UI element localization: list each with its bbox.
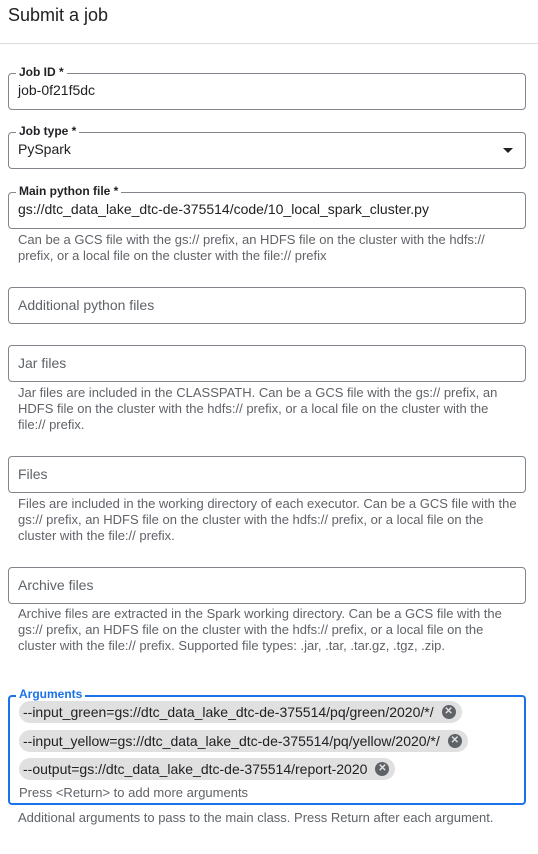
archive-files-hint: Archive files are extracted in the Spark… — [18, 606, 502, 653]
job-type-value: PySpark — [18, 141, 71, 157]
archive-files-placeholder: Archive files — [18, 577, 94, 593]
job-id-label: Job ID * — [16, 65, 67, 79]
close-icon[interactable]: ✕ — [375, 762, 390, 776]
additional-python-files-placeholder: Additional python files — [18, 297, 155, 313]
argument-chip-text: --output=gs://dtc_data_lake_dtc-de-37551… — [23, 761, 368, 777]
jar-files-hint: Jar files are included in the CLASSPATH.… — [18, 385, 498, 432]
main-python-file-label: Main python file * — [16, 184, 122, 198]
additional-python-files-field[interactable]: Additional python files — [8, 287, 526, 324]
job-type-label: Job type * — [16, 124, 80, 138]
arguments-input[interactable]: Press <Return> to add more arguments — [19, 785, 248, 800]
page-title: Submit a job — [8, 5, 109, 25]
main-python-file-field[interactable]: Main python file * gs://dtc_data_lake_dt… — [8, 184, 526, 229]
argument-chip[interactable]: --output=gs://dtc_data_lake_dtc-de-37551… — [19, 758, 396, 780]
arguments-label: Arguments — [16, 687, 86, 701]
files-hint: Files are included in the working direct… — [18, 496, 517, 543]
archive-files-field[interactable]: Archive files — [8, 567, 526, 604]
job-id-field[interactable]: Job ID * job-0f21f5dc — [8, 65, 526, 110]
argument-chip[interactable]: --input_green=gs://dtc_data_lake_dtc-de-… — [19, 701, 462, 723]
argument-chip-text: --input_green=gs://dtc_data_lake_dtc-de-… — [23, 704, 434, 720]
arguments-hint: Additional arguments to pass to the main… — [18, 810, 494, 825]
jar-files-placeholder: Jar files — [18, 355, 67, 371]
close-icon[interactable]: ✕ — [441, 705, 456, 719]
arguments-field[interactable]: Arguments --input_green=gs://dtc_data_la… — [8, 687, 526, 805]
dialog-header: Submit a job — [0, 0, 538, 44]
close-icon[interactable]: ✕ — [447, 734, 462, 748]
chevron-down-icon[interactable] — [503, 148, 513, 153]
files-placeholder: Files — [18, 466, 48, 482]
argument-chip-text: --input_yellow=gs://dtc_data_lake_dtc-de… — [23, 733, 440, 749]
main-python-file-hint: Can be a GCS file with the gs:// prefix,… — [18, 232, 485, 263]
jar-files-field[interactable]: Jar files — [8, 345, 526, 382]
files-field[interactable]: Files — [8, 456, 526, 493]
argument-chip[interactable]: --input_yellow=gs://dtc_data_lake_dtc-de… — [19, 730, 468, 752]
job-id-value[interactable]: job-0f21f5dc — [18, 82, 95, 98]
job-type-select[interactable]: Job type * PySpark — [8, 124, 526, 169]
main-python-file-value[interactable]: gs://dtc_data_lake_dtc-de-375514/code/10… — [18, 201, 429, 217]
